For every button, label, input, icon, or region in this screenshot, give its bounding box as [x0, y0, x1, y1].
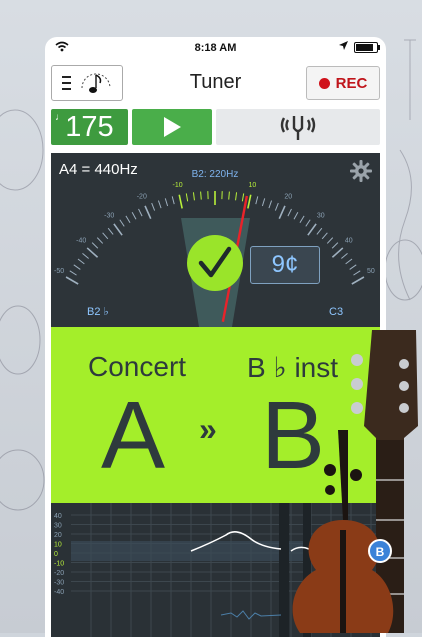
graph-y-label: 0	[54, 551, 58, 558]
dial-tick	[78, 259, 84, 264]
dial-tick	[269, 201, 272, 209]
status-time: 8:18 AM	[45, 42, 386, 54]
dial-tick	[353, 271, 360, 275]
status-bar: 8:18 AM	[45, 37, 386, 59]
dial-tick	[317, 228, 322, 234]
dial-tick	[279, 206, 285, 219]
dial-tick	[120, 220, 124, 227]
dial-tick	[172, 196, 174, 204]
graph-y-label: -20	[54, 570, 64, 577]
concert-label: Concert	[88, 351, 186, 383]
record-label: REC	[336, 75, 368, 92]
dial-tick	[186, 193, 187, 201]
graph-y-label: 30	[54, 523, 62, 530]
graph-y-label: -40	[54, 589, 64, 596]
dial-tick	[103, 233, 108, 239]
tuning-fork-button[interactable]	[216, 109, 380, 145]
dial-tick	[322, 233, 327, 239]
dial-tick	[145, 206, 151, 219]
dial-tick	[256, 196, 258, 204]
dial-tick-label: -50	[54, 268, 64, 275]
play-button[interactable]	[132, 109, 212, 145]
graph-y-label: 20	[54, 532, 62, 539]
dial-tick-label: -40	[76, 238, 86, 245]
dial-tick	[66, 277, 78, 284]
dial-tick	[306, 220, 310, 227]
dial-tick	[158, 201, 161, 209]
dial-tick-label: 20	[284, 194, 292, 201]
dial-tick-label: 50	[367, 268, 375, 275]
dial-tick	[74, 265, 81, 270]
instruments-illustration: B	[280, 330, 422, 633]
dial-tick-label: -30	[104, 212, 114, 219]
flat-note-label: B2 ♭	[87, 306, 109, 318]
fret-note-badge-label: B	[376, 545, 385, 559]
dial-tick	[308, 224, 316, 235]
dial-tick	[327, 238, 332, 244]
tempo-button[interactable]: ♩ 175	[51, 109, 128, 145]
dial-tick	[70, 271, 77, 275]
tempo-value: 175	[65, 111, 113, 144]
dial-tick	[346, 259, 352, 264]
dial-tick	[229, 192, 230, 200]
dial-tick	[242, 193, 243, 201]
battery-icon	[354, 42, 378, 53]
dial-tick	[294, 212, 298, 219]
dial-tick	[108, 228, 113, 234]
dial-tick	[165, 198, 167, 206]
dial-tick	[114, 224, 122, 235]
play-icon	[162, 116, 182, 138]
location-icon	[339, 41, 348, 53]
tuner-meter: A4 = 440Hz -50-40-30-20-101020304050 B2:…	[51, 153, 380, 327]
dial-tick	[92, 243, 98, 249]
graph-y-label: 10	[54, 542, 62, 549]
dial-tick	[82, 253, 88, 258]
dial-tick-label: 40	[345, 238, 353, 245]
violin-neck	[338, 430, 348, 520]
dial-tick	[275, 203, 278, 210]
dial-tick-label: 10	[249, 182, 257, 189]
dial-tick	[236, 192, 237, 200]
in-tune-check-icon	[187, 235, 243, 291]
graph-y-label: -10	[54, 561, 64, 568]
cents-dial: -50 -40 -30 -20 -10 10 20 30 40 50 B2: 220Hz B2 ♭…	[51, 153, 380, 327]
target-frequency: B2: 220Hz	[192, 169, 239, 180]
concert-note: A	[101, 381, 165, 491]
cents-readout: 9¢	[250, 246, 320, 284]
dial-tick	[332, 243, 338, 249]
dial-tick	[152, 203, 155, 210]
dial-tick	[201, 192, 202, 200]
dial-tick	[87, 248, 97, 257]
dial-tick	[300, 216, 304, 223]
dial-tick	[139, 209, 143, 216]
dial-tick	[288, 209, 292, 216]
sharp-note-label: C3	[329, 306, 343, 318]
dial-tick-label: -20	[137, 194, 147, 201]
transpose-arrow: »	[199, 411, 217, 448]
dial-tick	[352, 277, 364, 284]
dial-tick	[179, 195, 182, 209]
record-button[interactable]: REC	[306, 66, 380, 100]
tuning-fork-icon	[278, 112, 318, 142]
quarter-note-icon: ♩	[55, 112, 65, 123]
graph-y-label: 40	[54, 513, 62, 520]
dial-tick	[350, 265, 357, 270]
control-bar: ♩ 175	[51, 109, 380, 145]
dial-tick	[193, 192, 194, 200]
dial-tick	[132, 212, 136, 219]
dial-tick	[126, 216, 130, 223]
dial-tick-label: 30	[317, 212, 325, 219]
dial-tick-label: -10	[173, 182, 183, 189]
dial-tick	[332, 248, 342, 257]
dial-tick	[341, 253, 347, 258]
record-icon	[319, 78, 330, 89]
dial-tick	[248, 195, 251, 209]
dial-tick	[262, 198, 264, 206]
graph-y-label: -30	[54, 580, 64, 587]
dial-tick	[97, 238, 102, 244]
top-bar: Tuner REC	[45, 59, 386, 103]
